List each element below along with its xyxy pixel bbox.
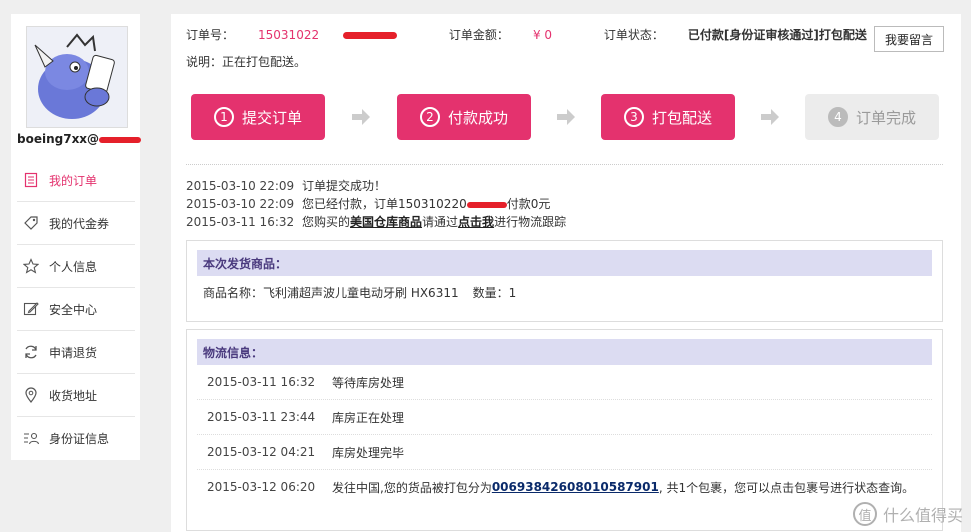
sidebar-item-security[interactable]: 安全中心	[17, 288, 135, 331]
sidebar-item-my-orders[interactable]: 我的订单	[17, 159, 135, 202]
log-entry: 2015-03-10 22:09 订单提交成功！	[186, 179, 387, 193]
order-status: 订单状态： 已付款[身份证审核通过]打包配送	[603, 28, 867, 42]
order-amount: 订单金额： ¥ 0	[448, 28, 553, 42]
step-order-complete: 4 订单完成	[805, 94, 939, 140]
logistics-box: 物流信息： 2015-03-11 16:32 等待库房处理 2015-03-11 …	[186, 329, 943, 531]
watermark-logo-icon: 值	[852, 502, 877, 526]
order-detail-panel: 订单号： 15031022 订单金额： ¥ 0 订单状态： 已付款[身份证审核通过]打…	[171, 14, 961, 532]
sidebar-item-label: 我的代金券	[49, 216, 110, 231]
star-icon	[22, 257, 40, 275]
leave-message-button[interactable]: 我要留言	[874, 26, 944, 52]
track-logistics-link[interactable]: 点击我	[458, 215, 494, 229]
redaction-mark	[466, 201, 507, 208]
order-note: 说明：正在打包配送。	[186, 55, 307, 69]
sidebar-item-id-info[interactable]: 身份证信息	[17, 417, 135, 459]
redaction-mark	[343, 32, 398, 39]
step-packing-shipping: 3 打包配送	[601, 94, 735, 140]
package-number-link[interactable]: 006938426080105879​01	[492, 480, 659, 494]
sidebar-item-label: 收货地址	[49, 388, 98, 403]
logistics-list: 2015-03-11 16:32 等待库房处理 2015-03-11 23:44 库…	[187, 365, 942, 504]
logistics-box-title: 物流信息：	[197, 339, 932, 365]
location-pin-icon	[22, 386, 40, 404]
sidebar-item-label: 安全中心	[49, 302, 98, 317]
avatar[interactable]	[26, 26, 128, 128]
coupon-tag-icon	[22, 214, 40, 232]
product-info: 商品名称：飞利浦超声波儿童电动牙刷 HX6311 数量：1	[203, 284, 942, 301]
logistics-row: 2015-03-11 23:44 库房正在处理	[197, 400, 932, 435]
sidebar-nav: 我的订单 我的代金券 个人信息 安全中心 申请退货 收货地址 身份证信息	[17, 159, 135, 459]
sidebar-item-returns[interactable]: 申请退货	[17, 331, 135, 374]
sidebar-item-label: 身份证信息	[49, 431, 110, 446]
logistics-row: 2015-03-11 16:32 等待库房处理	[197, 365, 932, 400]
sidebar-item-label: 个人信息	[49, 259, 98, 274]
redaction-mark	[99, 136, 141, 143]
sidebar-item-label: 申请退货	[49, 345, 98, 360]
sidebar-item-profile[interactable]: 个人信息	[17, 245, 135, 288]
edit-pen-icon	[22, 300, 40, 318]
divider	[186, 164, 943, 165]
order-number: 订单号： 15031022	[186, 28, 421, 42]
sidebar-item-address[interactable]: 收货地址	[17, 374, 135, 417]
shipment-box-title: 本次发货商品：	[197, 250, 932, 276]
sidebar: boeing7xx@. 我的订单 我的代金券 个人信息 安全中心	[11, 14, 141, 460]
step-submit-order: 1 提交订单	[191, 94, 325, 140]
warehouse-goods-link[interactable]: 美国仓库商品	[350, 215, 422, 229]
step-payment-success: 2 付款成功	[397, 94, 531, 140]
order-progress-steps: 1 提交订单 2 付款成功 3 打包配送 4 订单完成	[191, 94, 951, 140]
arrow-right-icon	[761, 109, 779, 125]
arrow-right-icon	[557, 109, 575, 125]
shipment-goods-box: 本次发货商品： 商品名称：飞利浦超声波儿童电动牙刷 HX6311 数量：1	[186, 240, 943, 322]
order-header: 订单号： 15031022 订单金额： ¥ 0 订单状态： 已付款[身份证审核通过]打…	[186, 26, 891, 70]
watermark: 值 什么值得买	[852, 502, 963, 526]
product-quantity: 数量：1	[472, 286, 517, 300]
logistics-row: 2015-03-12 04:21 库房处理完毕	[197, 435, 932, 470]
refresh-icon	[22, 343, 40, 361]
sidebar-item-label: 我的订单	[49, 173, 98, 188]
product-name: 商品名称：飞利浦超声波儿童电动牙刷 HX6311	[203, 286, 459, 300]
arrow-right-icon	[352, 109, 370, 125]
log-entry: 2015-03-11 16:32 您购买的美国仓库商品请通过点击我进行物流跟踪	[186, 215, 567, 229]
id-card-icon	[22, 429, 40, 447]
username: boeing7xx@.	[17, 132, 141, 146]
order-list-icon	[22, 171, 40, 189]
sidebar-item-coupons[interactable]: 我的代金券	[17, 202, 135, 245]
log-entry: 2015-03-10 22:09 您已经付款，订单150310220 付款0元	[186, 197, 551, 211]
order-log: 2015-03-10 22:09 订单提交成功！ 2015-03-10 22:09…	[186, 177, 566, 231]
logistics-row: 2015-03-12 06:20 发往中国,您的货品被打包分为 0069384260…	[207, 480, 915, 495]
